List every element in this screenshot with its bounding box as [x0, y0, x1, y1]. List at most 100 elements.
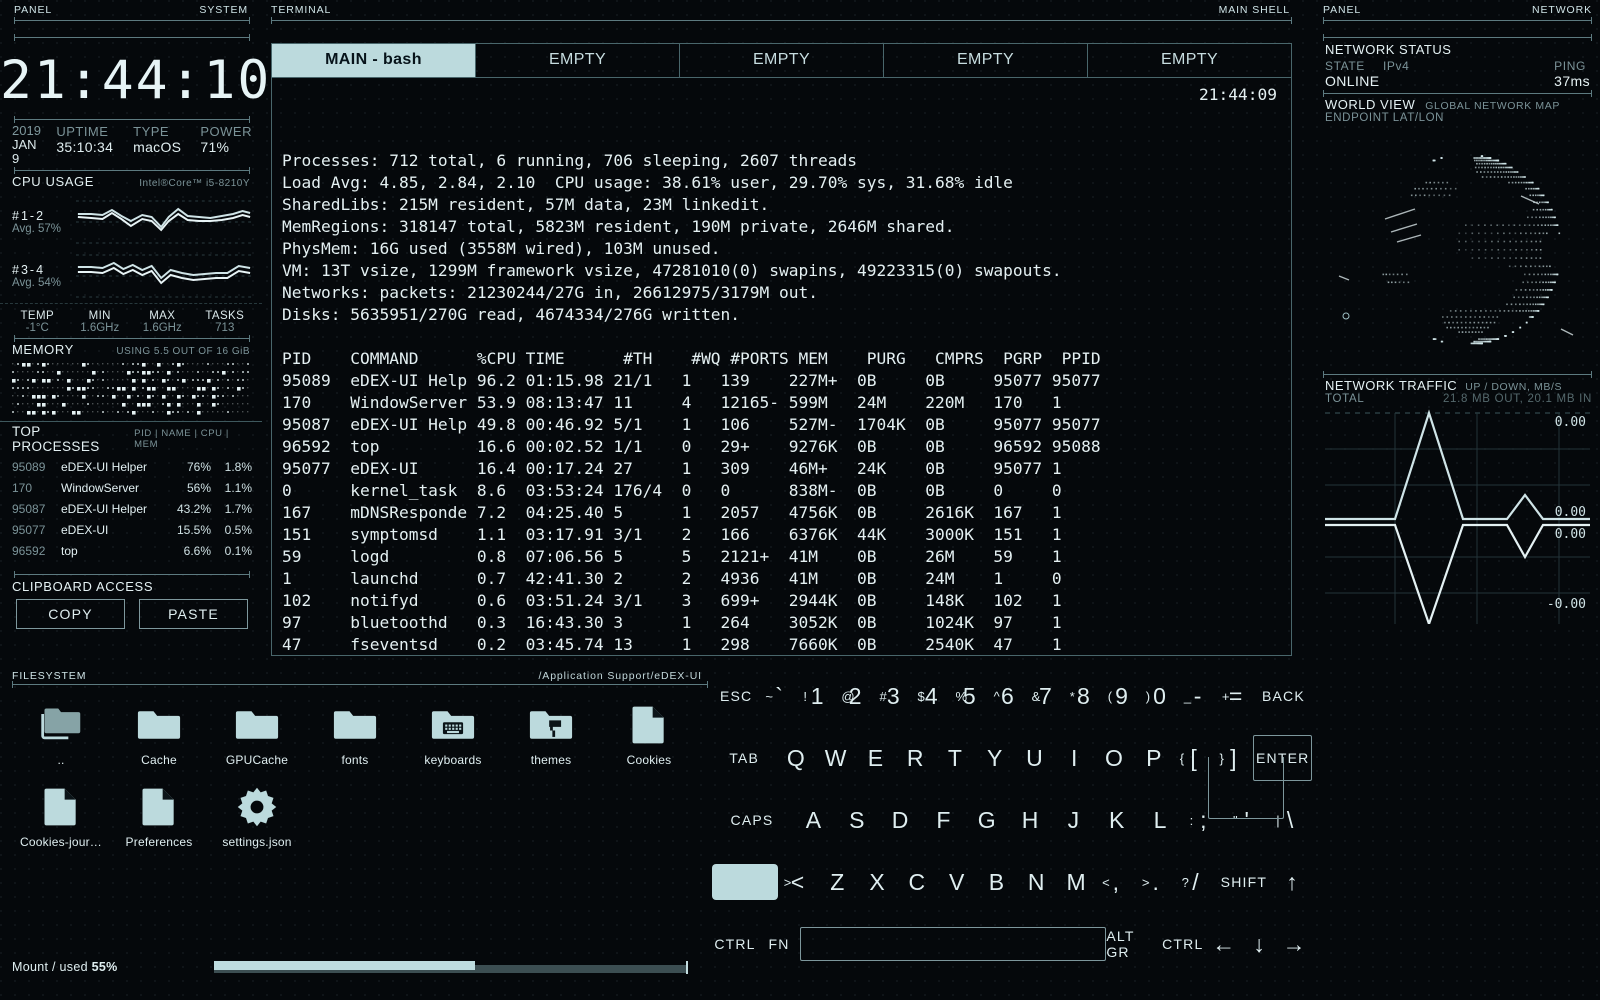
process-name: eDEX-UI Helper	[61, 458, 164, 477]
key-blank[interactable]	[800, 927, 1106, 961]
filesystem-item[interactable]: fonts	[306, 695, 404, 773]
terminal-header-line: Disks: 5635951/270G read, 4674334/276G w…	[282, 304, 1283, 326]
key-j[interactable]: J	[1052, 807, 1095, 834]
key-1[interactable]: !1	[798, 683, 836, 710]
key-tab[interactable]: TAB	[712, 750, 776, 766]
key--[interactable]: _-	[1179, 683, 1217, 710]
terminal-tab-3[interactable]: EMPTY	[884, 44, 1088, 77]
process-cpu: 15.5%	[169, 521, 211, 540]
key--[interactable]: ?/	[1176, 869, 1216, 896]
key-x[interactable]: X	[857, 869, 897, 896]
process-pid: 95077	[12, 521, 56, 540]
key-t[interactable]: T	[935, 745, 975, 772]
key-label: U	[1026, 745, 1043, 772]
key-o[interactable]: O	[1094, 745, 1134, 772]
filesystem-item[interactable]: Cookies	[600, 695, 698, 773]
key-a[interactable]: A	[792, 807, 835, 834]
key-alt-gr[interactable]: ALT GR	[1106, 928, 1159, 960]
key-h[interactable]: H	[1009, 807, 1052, 834]
key-b[interactable]: B	[977, 869, 1017, 896]
copy-button[interactable]: COPY	[16, 599, 125, 629]
terminal-output[interactable]: 21:44:09 Processes: 712 total, 6 running…	[271, 78, 1292, 656]
panel-label-right: PANEL	[1323, 4, 1361, 16]
key-z[interactable]: Z	[818, 869, 858, 896]
key-4[interactable]: $4	[912, 683, 950, 710]
key-f[interactable]: F	[922, 807, 965, 834]
key-2[interactable]: @2	[836, 683, 874, 710]
terminal-tab-4[interactable]: EMPTY	[1088, 44, 1291, 77]
filesystem-item[interactable]: Cache	[110, 695, 208, 773]
key-caps[interactable]: CAPS	[712, 812, 792, 828]
key-7[interactable]: &7	[1027, 683, 1065, 710]
key-i[interactable]: I	[1055, 745, 1095, 772]
filesystem-item[interactable]: themes	[502, 695, 600, 773]
key-6[interactable]: ^6	[989, 683, 1027, 710]
key--[interactable]: ~`	[760, 683, 798, 710]
key--[interactable]: ←	[1206, 931, 1241, 958]
filesystem-item[interactable]: Preferences	[110, 777, 208, 855]
key-shift[interactable]: SHIFT	[1216, 874, 1273, 890]
key-blank[interactable]	[712, 864, 778, 900]
terminal-tab-0[interactable]: MAIN - bash	[272, 44, 476, 77]
key-c[interactable]: C	[897, 869, 937, 896]
filesystem-item[interactable]: Cookies-jour…	[12, 777, 110, 855]
divider	[14, 119, 250, 120]
key-label: <	[791, 869, 805, 896]
key-v[interactable]: V	[937, 869, 977, 896]
key--[interactable]: ↓	[1242, 931, 1277, 958]
key-label: C	[909, 869, 926, 896]
key-y[interactable]: Y	[975, 745, 1015, 772]
key-label: 1	[811, 683, 824, 710]
filesystem-item[interactable]: settings.json	[208, 777, 306, 855]
filesystem-item[interactable]: GPUCache	[208, 695, 306, 773]
process-row: 95077 eDEX-UI 15.5% 0.5%	[0, 520, 262, 541]
key-ctrl[interactable]: CTRL	[1159, 936, 1206, 952]
cpu-core-avg: Avg. 57%	[12, 223, 68, 235]
key--[interactable]: +=	[1217, 683, 1255, 710]
key-k[interactable]: K	[1095, 807, 1138, 834]
key-3[interactable]: #3	[874, 683, 912, 710]
enter-key-extension[interactable]	[1208, 757, 1284, 819]
divider	[12, 684, 708, 685]
key-p[interactable]: P	[1134, 745, 1174, 772]
key-5[interactable]: %5	[951, 683, 989, 710]
total-value: 21.8 MB OUT, 20.1 MB IN	[1443, 393, 1592, 405]
mount-track	[214, 961, 688, 973]
key-u[interactable]: U	[1015, 745, 1055, 772]
key-m[interactable]: M	[1056, 869, 1096, 896]
key-w[interactable]: W	[816, 745, 856, 772]
key--[interactable]: ↑	[1272, 869, 1312, 896]
key-fn[interactable]: FN	[758, 936, 800, 952]
key--[interactable]: <,	[1096, 869, 1136, 896]
paste-button[interactable]: PASTE	[139, 599, 248, 629]
filesystem-item[interactable]: keyboards	[404, 695, 502, 773]
filesystem-item-label: Cookies-jour…	[20, 835, 102, 849]
key-r[interactable]: R	[896, 745, 936, 772]
key--[interactable]: >.	[1136, 869, 1176, 896]
key-back[interactable]: BACK	[1255, 688, 1312, 704]
memory-header: MEMORY USING 5.5 OUT OF 16 GiB	[0, 339, 262, 359]
key-l[interactable]: L	[1139, 807, 1182, 834]
key-q[interactable]: Q	[776, 745, 816, 772]
key--[interactable]: ><	[778, 869, 818, 896]
key-sup-label: ^	[994, 689, 1000, 704]
process-name: eDEX-UI	[61, 521, 164, 540]
terminal-tab-1[interactable]: EMPTY	[476, 44, 680, 77]
process-mem: 0.1%	[216, 542, 252, 561]
key-9[interactable]: (9	[1103, 683, 1141, 710]
terminal-tab-2[interactable]: EMPTY	[680, 44, 884, 77]
key-d[interactable]: D	[879, 807, 922, 834]
key-n[interactable]: N	[1017, 869, 1057, 896]
key-0[interactable]: )0	[1141, 683, 1179, 710]
key-label: N	[1028, 869, 1045, 896]
filesystem-item-label: Cache	[141, 753, 177, 767]
key--[interactable]: →	[1277, 931, 1312, 958]
key-s[interactable]: S	[835, 807, 878, 834]
key-esc[interactable]: ESC	[712, 688, 760, 704]
key-e[interactable]: E	[856, 745, 896, 772]
key-ctrl[interactable]: CTRL	[712, 936, 758, 952]
type-stat: TYPE macOS	[133, 124, 192, 155]
key-g[interactable]: G	[965, 807, 1008, 834]
filesystem-item[interactable]: ..	[12, 695, 110, 773]
key-8[interactable]: *8	[1065, 683, 1103, 710]
